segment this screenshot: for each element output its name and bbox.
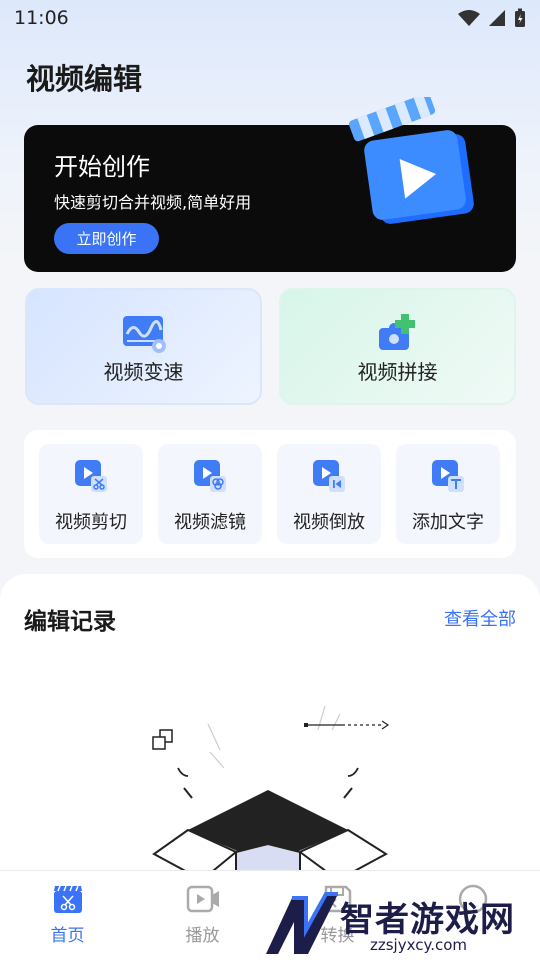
create-banner[interactable]: 开始创作 快速剪切合并视频,简单好用 立即创作 [24, 97, 516, 272]
battery-icon [515, 8, 525, 27]
feature-join-label: 视频拼接 [357, 360, 438, 384]
status-time: 11:06 [14, 7, 69, 29]
tool-video-reverse-label: 视频倒放 [293, 512, 365, 533]
video-scissors-icon [75, 460, 107, 492]
video-filter-icon [194, 460, 226, 492]
tab-convert-label: 转换 [320, 926, 355, 946]
tool-video-cut[interactable]: 视频剪切 [39, 444, 143, 544]
banner-subtitle: 快速剪切合并视频,简单好用 [54, 193, 252, 212]
feature-speed-card[interactable]: 视频变速 [25, 288, 262, 405]
video-text-icon [432, 460, 464, 492]
speed-chart-icon [122, 316, 166, 353]
system-icons [458, 8, 526, 28]
tab-profile[interactable] [405, 871, 540, 960]
tool-video-reverse[interactable]: 视频倒放 [277, 444, 381, 544]
tool-add-text[interactable]: 添加文字 [396, 444, 500, 544]
tab-play-label: 播放 [185, 926, 220, 946]
empty-box-illustration [152, 705, 390, 874]
video-camera-icon [186, 885, 219, 913]
video-reverse-icon [313, 460, 345, 492]
signal-icon [489, 10, 505, 26]
clapper-scissors-icon [53, 885, 82, 913]
records-title: 编辑记录 [24, 609, 116, 635]
tool-video-cut-label: 视频剪切 [55, 512, 127, 533]
profile-icon [458, 884, 487, 914]
feature-join-card[interactable]: 视频拼接 [279, 288, 516, 405]
feature-speed-label: 视频变速 [103, 360, 184, 384]
view-all-link[interactable]: 查看全部 [444, 605, 516, 631]
banner-title: 开始创作 [54, 153, 150, 181]
tool-video-filter[interactable]: 视频滤镜 [158, 444, 262, 544]
page-title: 视频编辑 [26, 62, 143, 96]
tools-panel: 视频剪切 视频滤镜 视频倒放 添加文字 [24, 430, 516, 558]
tab-home-label: 首页 [50, 926, 85, 946]
tab-home[interactable]: 首页 [0, 871, 135, 960]
status-bar: 11:06 [0, 0, 540, 36]
start-create-button[interactable]: 立即创作 [54, 223, 159, 254]
tool-add-text-label: 添加文字 [412, 512, 484, 533]
tab-play[interactable]: 播放 [135, 871, 270, 960]
clapperboard-play-icon [349, 97, 474, 224]
tab-convert[interactable]: 转换 [270, 871, 405, 960]
bottom-tab-bar: 首页 播放 转换 [0, 870, 540, 960]
puzzle-icon [378, 314, 415, 350]
save-icon [324, 885, 351, 913]
tool-video-filter-label: 视频滤镜 [174, 512, 246, 533]
wifi-icon [458, 10, 480, 26]
